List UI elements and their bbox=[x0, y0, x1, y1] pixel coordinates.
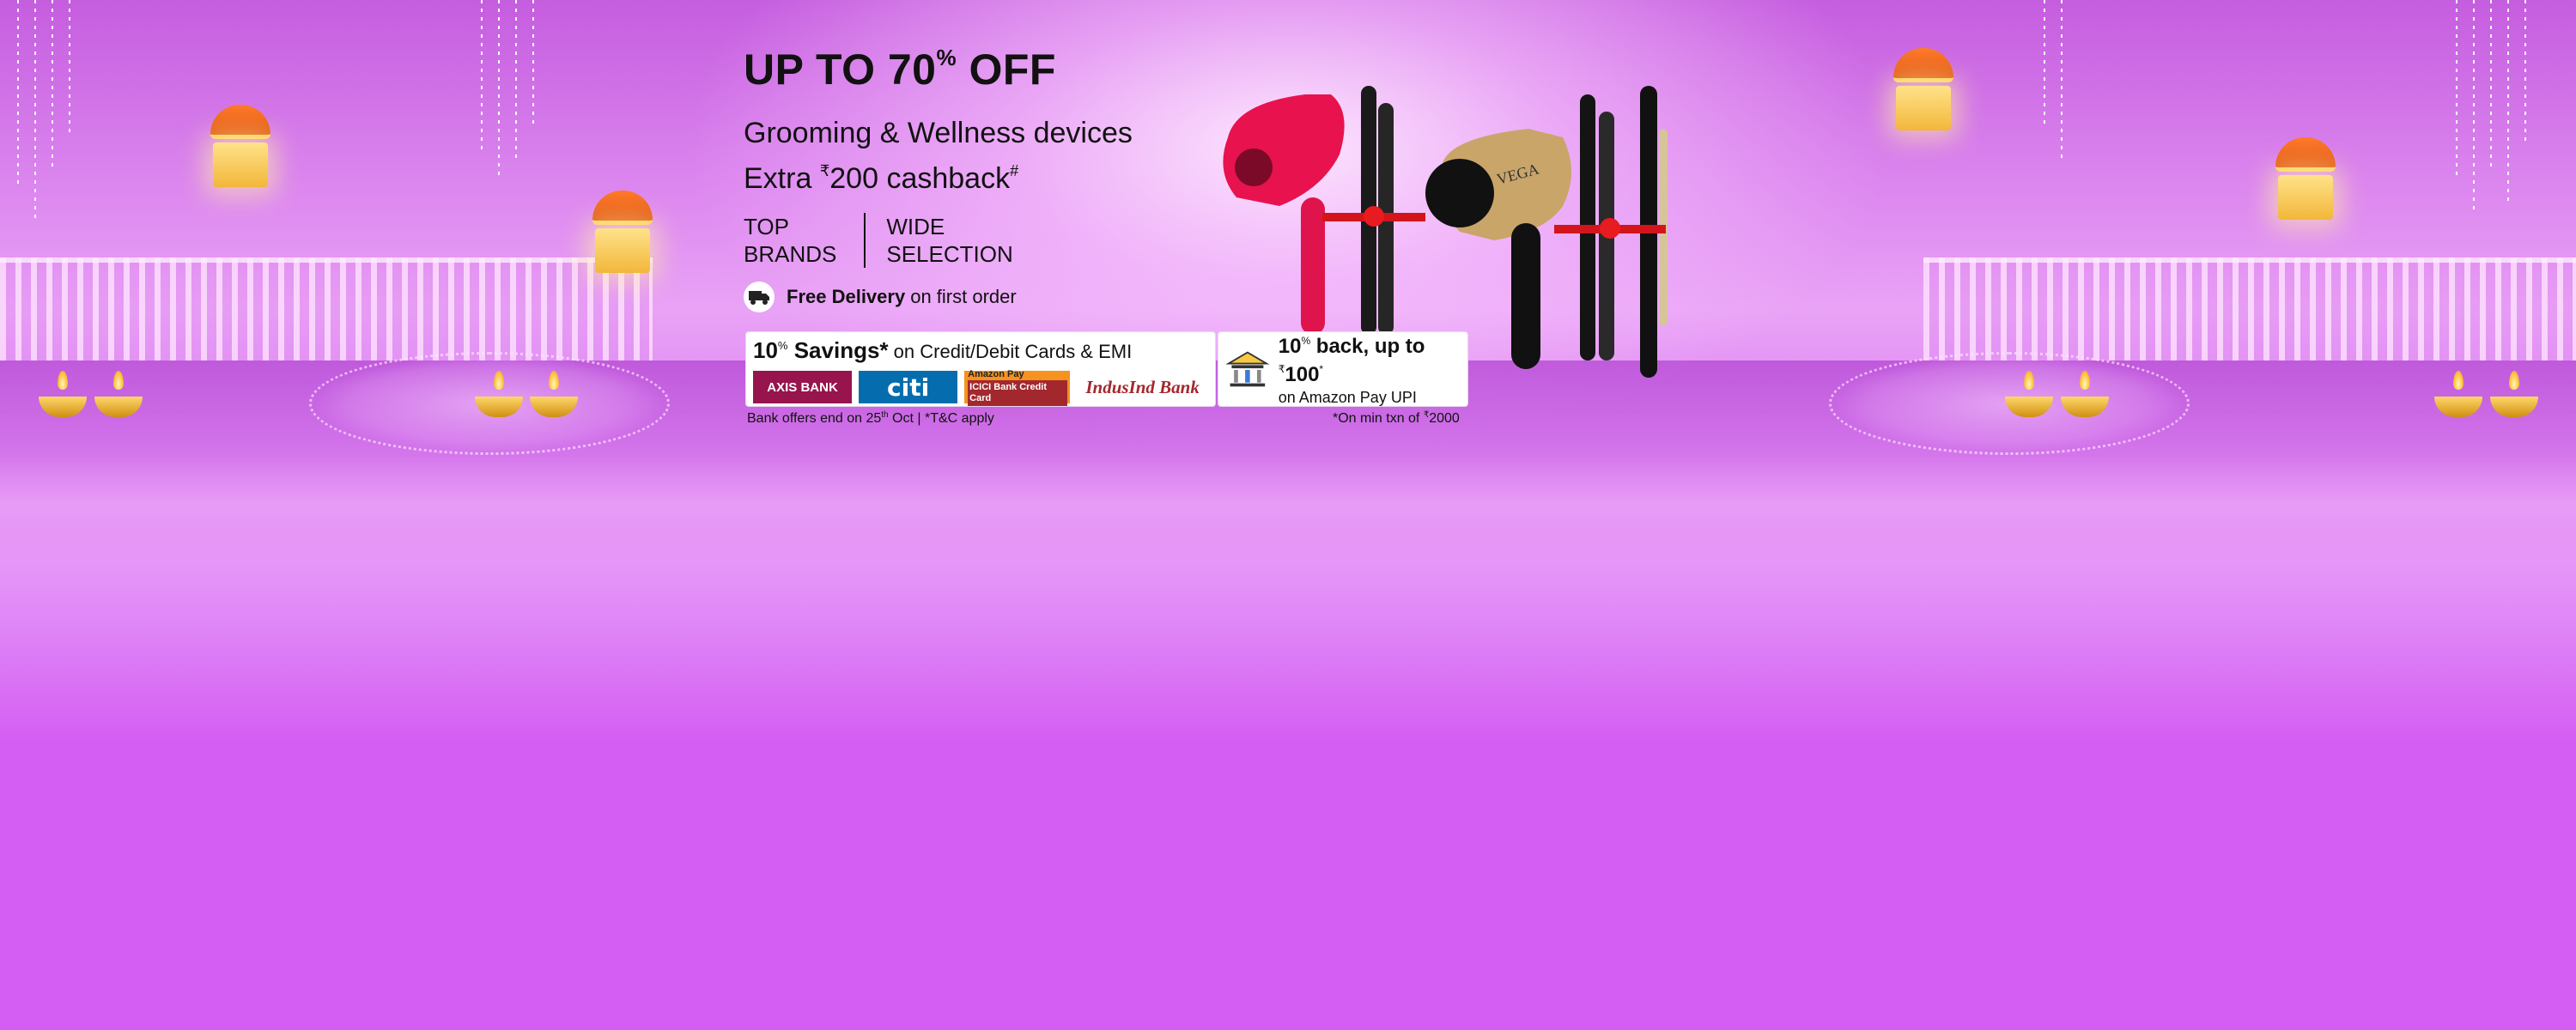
axis-bank-logo: AXIS BANK bbox=[753, 371, 853, 403]
light-string bbox=[34, 0, 36, 223]
light-string bbox=[532, 0, 534, 129]
light-string bbox=[17, 0, 19, 189]
card-emi-offer[interactable]: 10% Savings* on Credit/Debit Cards & EMI… bbox=[745, 331, 1216, 407]
badge-top-brands: TOP BRANDS bbox=[744, 214, 837, 267]
lantern-icon bbox=[210, 105, 270, 187]
min-txn-note: *On min txn of ₹2000 bbox=[1333, 410, 1460, 426]
icici-amazon-pay-logo: Amazon Pay ICICI Bank Credit Card bbox=[964, 369, 1071, 406]
upi-offer-text: 10% back, up to ₹100* on Amazon Pay UPI bbox=[1278, 335, 1425, 406]
savings-text: 10% Savings* on Credit/Debit Cards & EMI bbox=[753, 337, 1133, 363]
light-string bbox=[2473, 0, 2475, 215]
diya-icon bbox=[2005, 371, 2053, 417]
diya-icon bbox=[2490, 371, 2538, 417]
badge-divider bbox=[864, 213, 866, 268]
light-string bbox=[2507, 0, 2509, 206]
light-string bbox=[515, 0, 517, 163]
light-string bbox=[498, 0, 500, 180]
delivery-truck-icon bbox=[744, 282, 775, 312]
diya-icon bbox=[39, 371, 87, 417]
light-string bbox=[52, 0, 53, 172]
badge-wide-selection: WIDE SELECTION bbox=[886, 214, 1013, 267]
light-string bbox=[2524, 0, 2526, 146]
diya-icon bbox=[2061, 371, 2109, 417]
light-string bbox=[2456, 0, 2458, 180]
bank-offers-strip: 10% Savings* on Credit/Debit Cards & EMI… bbox=[745, 331, 1468, 407]
floor-glow bbox=[0, 455, 2576, 558]
bank-building-icon bbox=[1225, 351, 1270, 387]
diya-icon bbox=[2434, 371, 2482, 417]
diya-icon bbox=[475, 371, 523, 417]
light-string bbox=[2044, 0, 2045, 129]
light-string bbox=[481, 0, 483, 154]
light-string bbox=[2061, 0, 2063, 163]
lantern-icon bbox=[1893, 48, 1953, 130]
lantern-icon bbox=[592, 191, 653, 273]
light-string bbox=[2490, 0, 2492, 172]
upi-cashback-offer[interactable]: 10% back, up to ₹100* on Amazon Pay UPI bbox=[1218, 331, 1468, 407]
light-string bbox=[69, 0, 70, 137]
diya-icon bbox=[94, 371, 143, 417]
bank-offer-terms: Bank offers end on 25th Oct | *T&C apply bbox=[747, 410, 994, 426]
indusind-bank-logo: IndusInd Bank bbox=[1085, 376, 1200, 397]
lantern-icon bbox=[2275, 137, 2336, 220]
railing-left bbox=[0, 258, 653, 360]
promo-banner[interactable]: UP TO 70% OFF Grooming & Wellness device… bbox=[0, 0, 2576, 1030]
bank-logos: AXIS BANK citi Amazon Pay ICICI Bank Cre… bbox=[753, 369, 1208, 406]
citi-logo: citi bbox=[859, 371, 958, 403]
railing-right bbox=[1923, 258, 2576, 360]
diya-icon bbox=[530, 371, 578, 417]
